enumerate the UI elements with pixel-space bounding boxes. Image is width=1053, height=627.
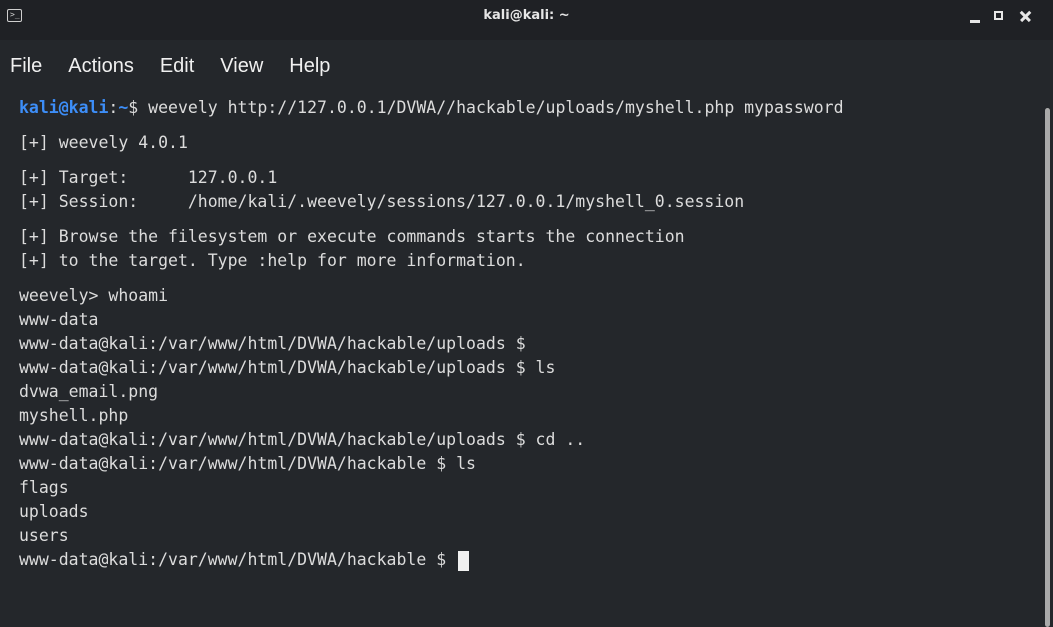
close-icon[interactable] [1016, 8, 1034, 26]
menu-help[interactable]: Help [289, 55, 330, 78]
output-line: www-data@kali:/var/www/html/DVWA/hackabl… [19, 454, 476, 473]
title-bar[interactable]: >_ kali@kali: ~ [0, 0, 1053, 40]
output-line: flags [19, 478, 69, 497]
menu-bar: File Actions Edit View Help [0, 40, 1053, 92]
output-line: [+] Session: /home/kali/.weevely/session… [19, 192, 745, 211]
vertical-scrollbar[interactable] [1041, 92, 1053, 627]
current-prompt: www-data@kali:/var/www/html/DVWA/hackabl… [19, 550, 457, 569]
prompt-path: ~ [118, 98, 129, 117]
command-line: kali@kali:~$ weevely http://127.0.0.1/DV… [19, 96, 1038, 120]
terminal-output[interactable]: kali@kali:~$ weevely http://127.0.0.1/DV… [0, 92, 1038, 627]
prompt-symbol: $ [128, 98, 149, 117]
output-line: www-data [19, 310, 99, 329]
output-line: www-data@kali:/var/www/html/DVWA/hackabl… [19, 430, 586, 449]
minimize-icon[interactable] [966, 8, 984, 26]
prompt-user: kali@kali [19, 98, 109, 117]
menu-view[interactable]: View [220, 55, 263, 78]
menu-file[interactable]: File [10, 55, 42, 78]
output-line: www-data@kali:/var/www/html/DVWA/hackabl… [19, 358, 556, 377]
output-line: [+] Target: 127.0.0.1 [19, 168, 278, 187]
current-prompt-line[interactable]: www-data@kali:/var/www/html/DVWA/hackabl… [19, 548, 1038, 572]
output-line: myshell.php [19, 406, 129, 425]
maximize-icon[interactable] [990, 8, 1008, 26]
output-line: [+] to the target. Type :help for more i… [19, 251, 526, 270]
output-line: dvwa_email.png [19, 382, 159, 401]
output-line: uploads [19, 502, 89, 521]
window-title: kali@kali: ~ [483, 8, 570, 23]
terminal-window: >_ kali@kali: ~ File Actions Edit View H… [0, 0, 1053, 627]
output-line: [+] Browse the filesystem or execute com… [19, 227, 685, 246]
output-line: www-data@kali:/var/www/html/DVWA/hackabl… [19, 334, 526, 353]
text-cursor [458, 550, 470, 571]
output-line: weevely> whoami [19, 286, 169, 305]
output-line: users [19, 526, 69, 545]
menu-edit[interactable]: Edit [160, 55, 194, 78]
typed-command: weevely http://127.0.0.1/DVWA//hackable/… [148, 98, 844, 117]
output-line: [+] weevely 4.0.1 [19, 133, 188, 152]
menu-actions[interactable]: Actions [68, 55, 134, 78]
scrollbar-thumb[interactable] [1045, 108, 1050, 627]
prompt-separator: : [108, 98, 119, 117]
